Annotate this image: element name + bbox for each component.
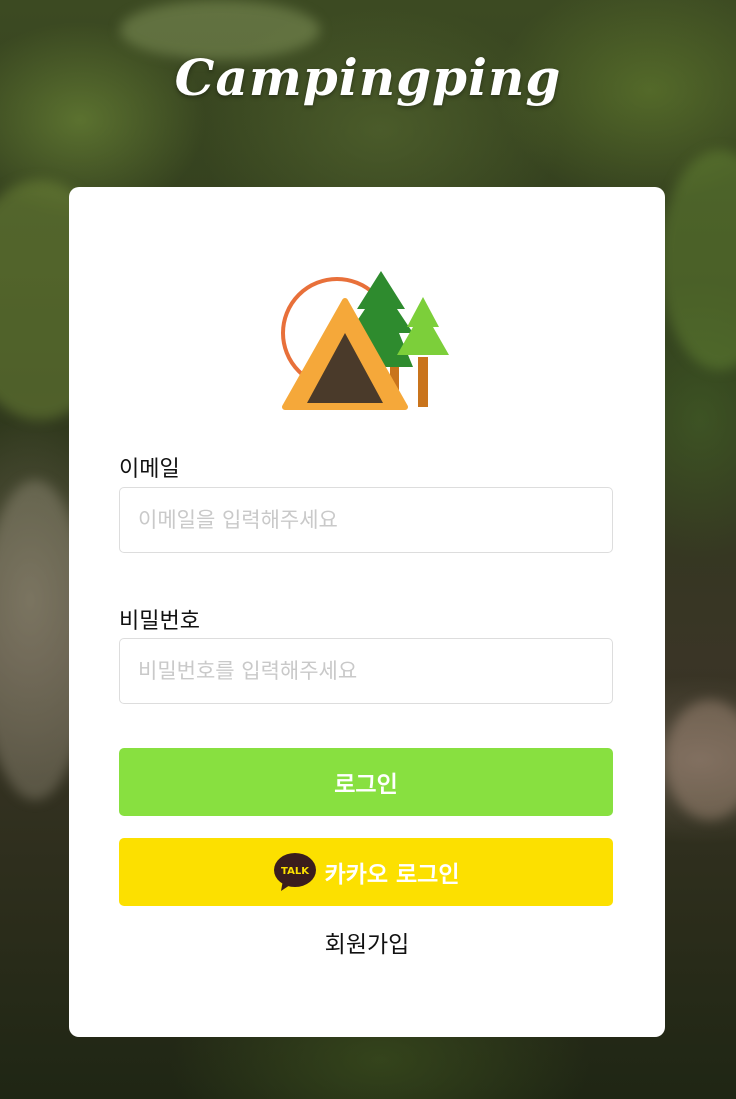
login-card: 이메일 비밀번호 로그인 TALK 카카오 로그인 회원가입 <box>69 187 665 1037</box>
camping-tent-trees-icon <box>281 271 449 410</box>
email-input[interactable] <box>119 487 613 553</box>
login-button-label: 로그인 <box>334 772 398 798</box>
app-title: Campingping <box>174 48 562 107</box>
email-label: 이메일 <box>119 457 180 482</box>
kakao-login-button-label: 카카오 로그인 <box>324 862 460 888</box>
signup-link[interactable]: 회원가입 <box>69 925 665 959</box>
login-button[interactable]: 로그인 <box>119 748 613 816</box>
kakao-login-button[interactable]: TALK 카카오 로그인 <box>119 838 613 906</box>
password-input[interactable] <box>119 638 613 704</box>
password-label: 비밀번호 <box>119 609 200 634</box>
kakao-talk-icon: TALK <box>273 853 316 891</box>
svg-text:TALK: TALK <box>281 866 310 877</box>
